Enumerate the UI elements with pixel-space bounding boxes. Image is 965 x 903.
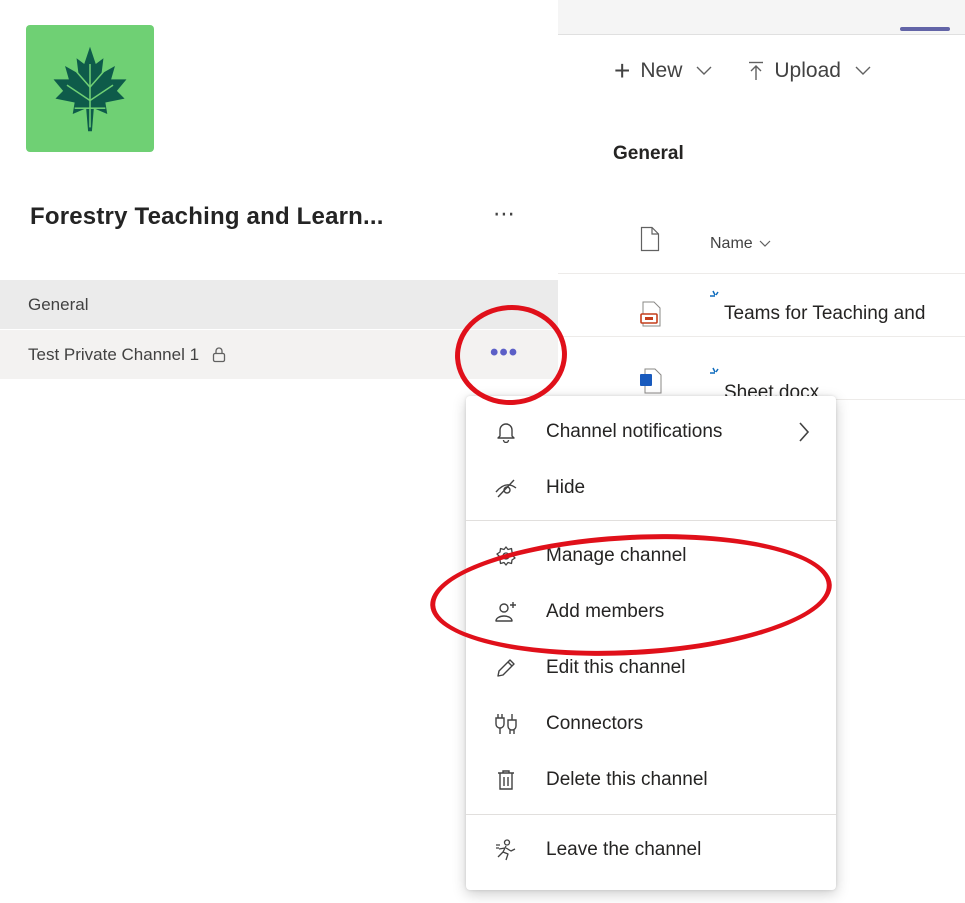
file-list-header: Name (558, 218, 965, 274)
chevron-down-icon (855, 66, 871, 76)
menu-item-hide[interactable]: Hide (466, 460, 836, 516)
menu-item-label: Leave the channel (546, 839, 702, 860)
file-row[interactable]: Teams for Teaching and (558, 275, 965, 337)
folder-title: General (613, 143, 684, 164)
new-label: New (640, 59, 683, 82)
menu-item-label: Delete this channel (546, 769, 708, 790)
channel-context-menu: Channel notifications Hide Manage channe… (466, 396, 836, 890)
chevron-down-icon (696, 66, 712, 76)
plus-icon: + (614, 55, 631, 86)
team-logo[interactable] (26, 25, 154, 152)
new-file-sparkle-icon (708, 366, 722, 384)
name-column-label: Name (710, 235, 753, 252)
upload-icon (748, 61, 764, 81)
menu-divider (466, 814, 836, 815)
channel-more-options-icon[interactable]: ••• (490, 341, 518, 365)
menu-item-label: Edit this channel (546, 657, 686, 678)
channel-item-test-private-channel-1[interactable]: Test Private Channel 1 (0, 330, 558, 379)
pencil-icon (494, 656, 518, 680)
upload-label: Upload (774, 59, 841, 82)
team-more-options-icon[interactable]: ⋯ (493, 203, 516, 225)
menu-item-label: Connectors (546, 713, 644, 734)
channel-item-general[interactable]: General (0, 280, 558, 329)
active-tab-indicator (900, 27, 950, 31)
menu-item-connectors[interactable]: Connectors (466, 696, 836, 752)
bell-icon (494, 420, 518, 444)
menu-item-label: Manage channel (546, 545, 687, 566)
menu-item-label: Add members (546, 601, 665, 622)
team-name[interactable]: Forestry Teaching and Learn... (30, 203, 384, 231)
leave-icon (494, 838, 518, 862)
menu-divider (466, 520, 836, 521)
new-button[interactable]: + New (614, 55, 712, 86)
file-row[interactable]: Sheet.docx (558, 338, 965, 403)
document-icon (640, 226, 660, 257)
add-person-icon (494, 600, 518, 624)
menu-item-add-members[interactable]: Add members (466, 584, 836, 640)
maple-leaf-icon (53, 46, 127, 131)
upload-button[interactable]: Upload (748, 59, 871, 83)
files-toolbar: + New Upload (558, 36, 965, 106)
lock-icon (211, 346, 227, 363)
pdf-file-icon (640, 301, 662, 332)
menu-item-label: Channel notifications (546, 421, 723, 442)
menu-item-edit-this-channel[interactable]: Edit this channel (466, 640, 836, 696)
menu-item-channel-notifications[interactable]: Channel notifications (466, 404, 836, 460)
channel-label: Test Private Channel 1 (28, 344, 200, 364)
name-column-header[interactable]: Name (710, 235, 771, 253)
connectors-icon (494, 712, 518, 736)
eye-off-icon (494, 476, 518, 500)
menu-item-label: Hide (546, 477, 586, 498)
gear-icon (494, 544, 518, 568)
menu-item-delete-this-channel[interactable]: Delete this channel (466, 752, 836, 808)
chevron-down-icon (759, 240, 771, 247)
chevron-right-icon (798, 421, 810, 443)
channel-label: General (28, 294, 89, 314)
word-file-icon (640, 368, 662, 399)
menu-item-leave-the-channel[interactable]: Leave the channel (466, 822, 836, 878)
trash-icon (494, 768, 518, 792)
file-name[interactable]: Teams for Teaching and (724, 303, 925, 325)
new-file-sparkle-icon (708, 289, 722, 307)
menu-item-manage-channel[interactable]: Manage channel (466, 528, 836, 584)
